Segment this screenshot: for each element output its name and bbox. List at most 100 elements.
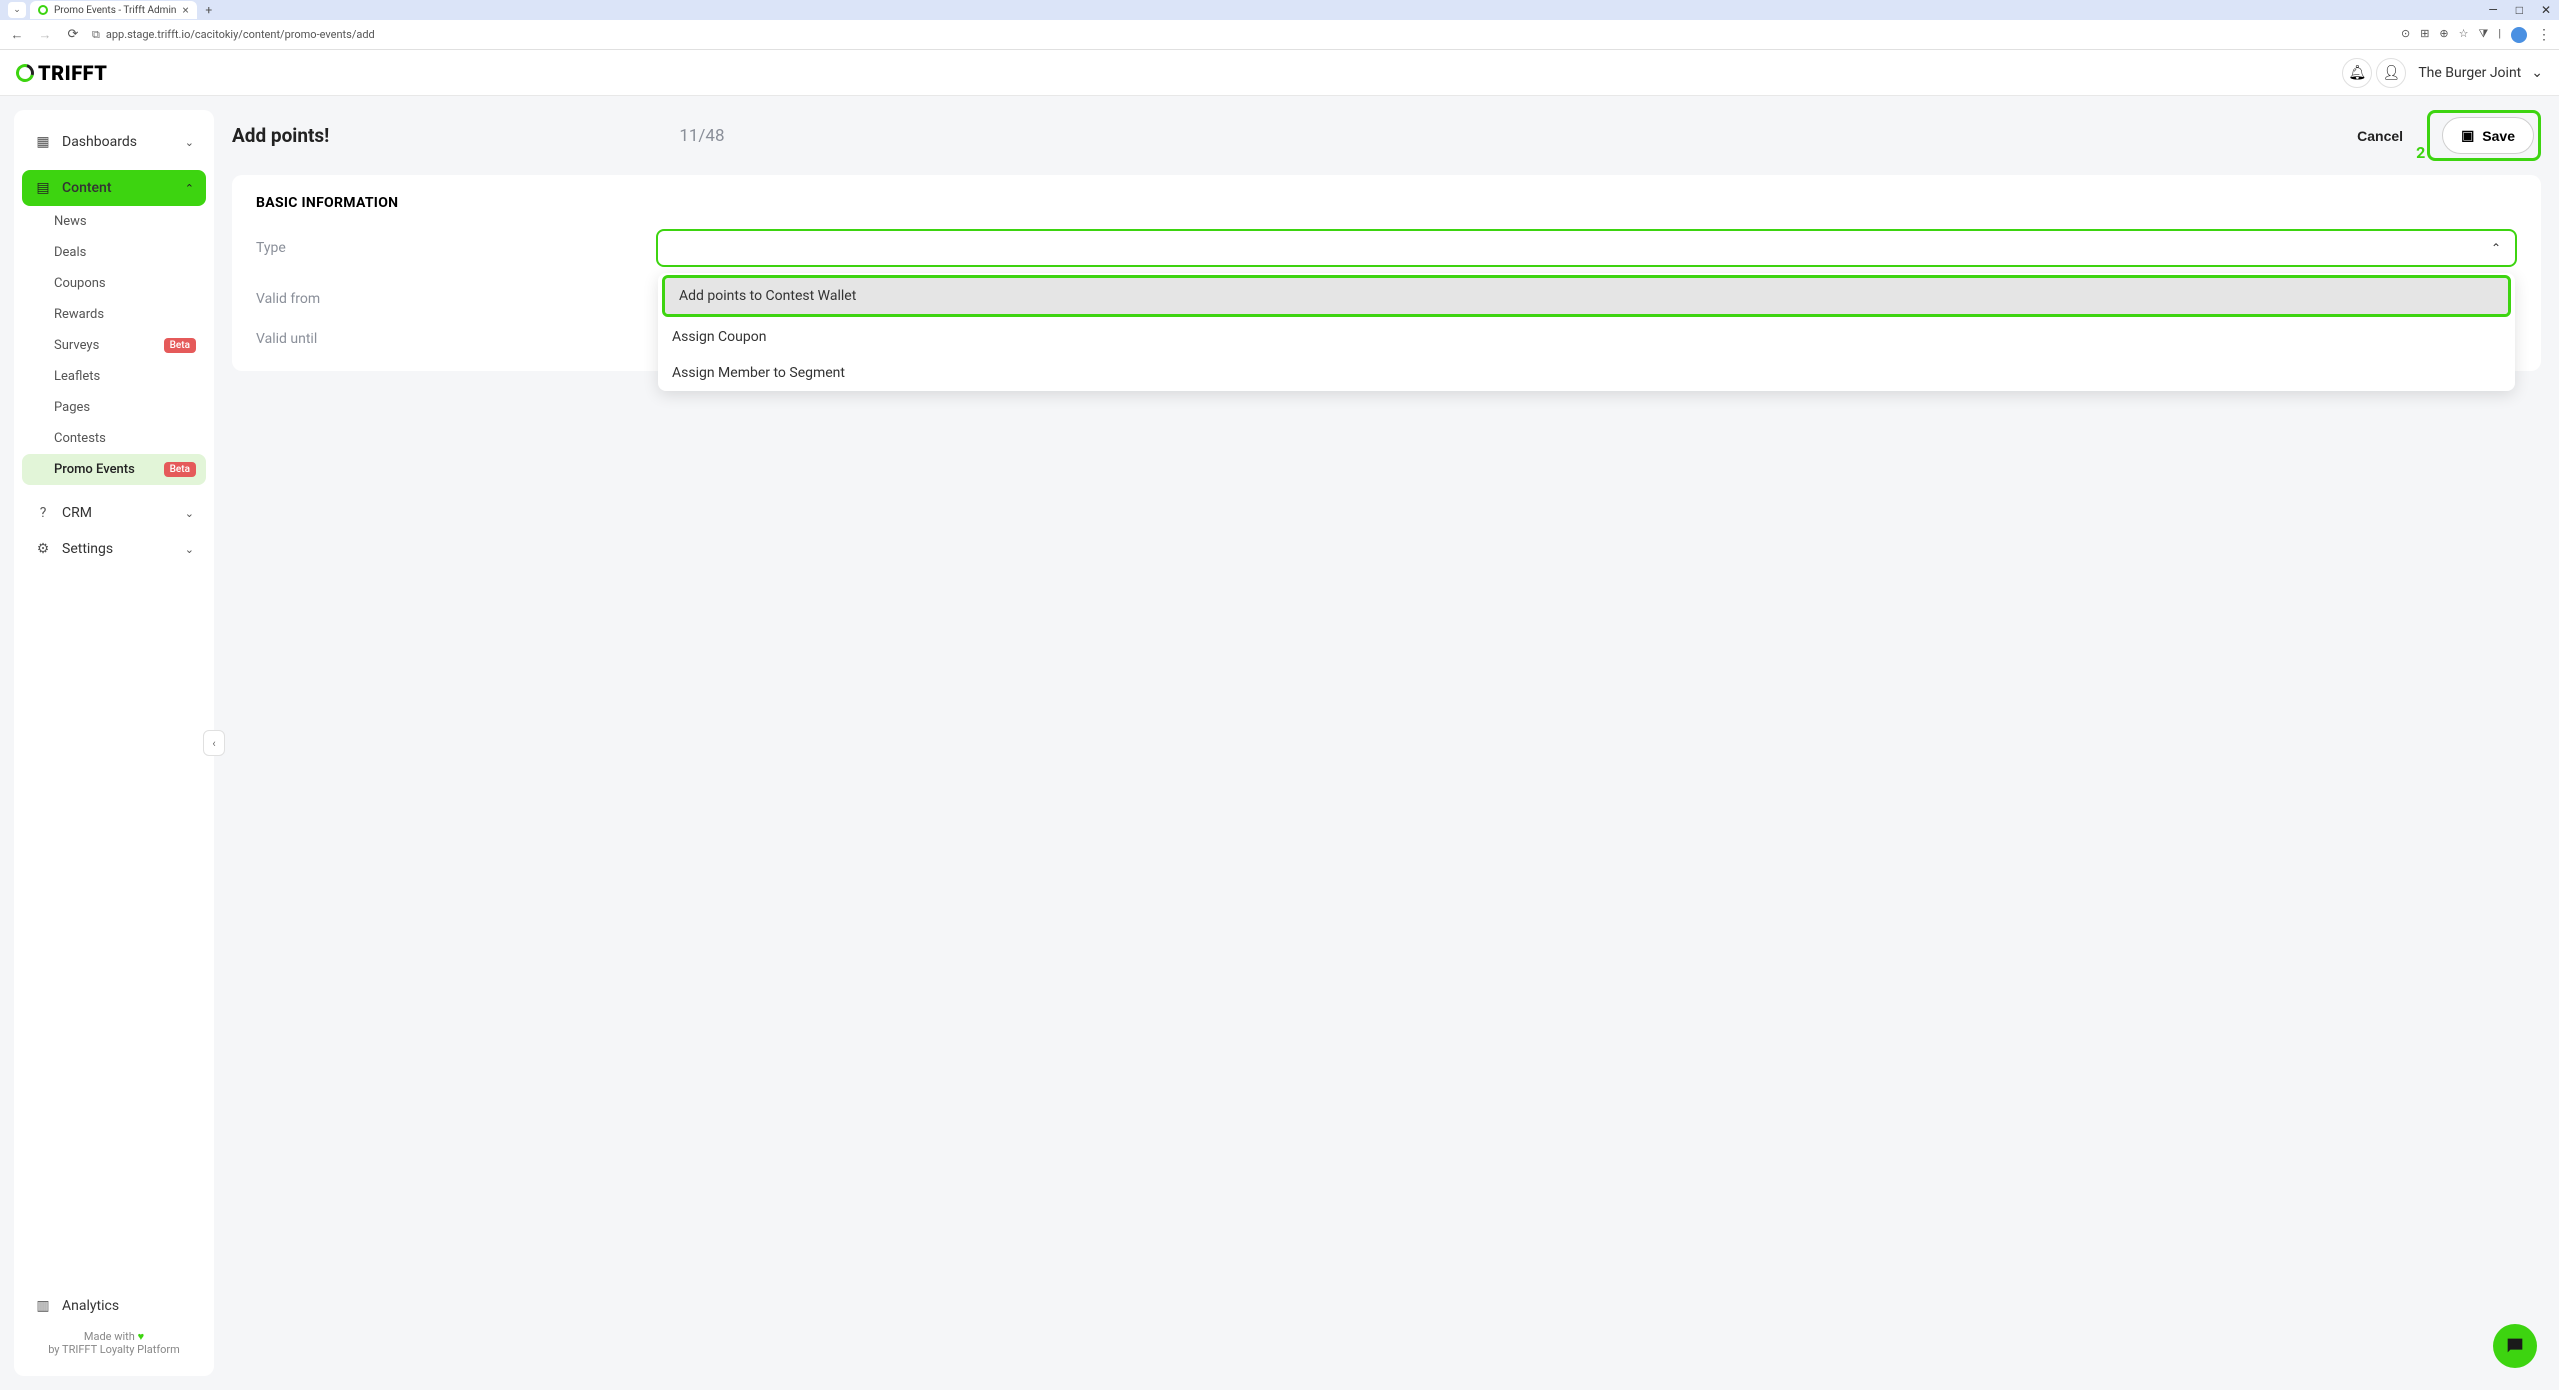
chevron-up-icon: ⌃	[2491, 241, 2501, 255]
sidebar-item-contests[interactable]: Contests	[22, 423, 206, 454]
profile-avatar[interactable]	[2511, 27, 2527, 43]
sidebar-sub-label: Leaflets	[54, 369, 100, 384]
page-title: Add points!	[232, 124, 329, 147]
dashboard-icon: ▦	[34, 134, 52, 150]
analytics-icon: ▥	[34, 1298, 52, 1314]
chat-icon	[2504, 1335, 2526, 1357]
url-text: app.stage.trifft.io/cacitokiy/content/pr…	[106, 28, 375, 41]
new-tab-button[interactable]: +	[201, 2, 217, 18]
workspace-name: The Burger Joint	[2418, 65, 2521, 81]
window-minimize-icon[interactable]: —	[2488, 3, 2497, 17]
logo-icon	[13, 60, 38, 85]
sidebar-label: Settings	[62, 541, 113, 557]
password-icon[interactable]: ⊙	[2401, 27, 2410, 43]
content-icon: ▤	[34, 180, 52, 196]
divider: |	[2498, 27, 2501, 43]
bookmark-icon[interactable]: ☆	[2459, 27, 2469, 43]
sidebar-item-leaflets[interactable]: Leaflets	[22, 361, 206, 392]
tab-title: Promo Events - Trifft Admin	[54, 5, 176, 16]
browser-menu-icon[interactable]: ⋮	[2537, 27, 2551, 43]
beta-badge: Beta	[164, 462, 196, 477]
sidebar-sub-label: Rewards	[54, 307, 104, 322]
account-button[interactable]: 👤︎	[2376, 58, 2406, 88]
nav-reload-icon[interactable]: ⟳	[64, 27, 82, 42]
sidebar-label: CRM	[62, 505, 92, 521]
extensions-icon[interactable]: ⧩	[2479, 27, 2489, 43]
sidebar-item-deals[interactable]: Deals	[22, 237, 206, 268]
sidebar: ▦ Dashboards ⌄ ▤ Content ⌃ News Deals Co…	[14, 110, 214, 1376]
cancel-button[interactable]: Cancel	[2341, 118, 2419, 154]
browser-address-bar: ← → ⟳ ⧉ app.stage.trifft.io/cacitokiy/co…	[0, 20, 2559, 50]
dropdown-option-assign-coupon[interactable]: Assign Coupon	[658, 319, 2515, 355]
annotation-highlight-2: 2 ▣ Save	[2427, 110, 2541, 161]
user-icon: 👤︎	[2382, 65, 2400, 81]
annotation-number-2: 2	[2416, 143, 2425, 162]
tab-close-icon[interactable]: ×	[182, 3, 188, 17]
heart-icon: ♥	[138, 1330, 145, 1343]
valid-from-label: Valid from	[256, 291, 656, 307]
dropdown-option-add-points[interactable]: Add points to Contest Wallet	[665, 278, 2508, 314]
type-dropdown: 1 Add points to Contest Wallet Assign Co…	[658, 273, 2515, 391]
translate-icon[interactable]: ⊞	[2420, 27, 2429, 43]
sidebar-sub-label: Contests	[54, 431, 106, 446]
sidebar-item-settings[interactable]: ⚙ Settings ⌄	[22, 531, 206, 567]
sidebar-sub-label: Surveys	[54, 338, 99, 353]
notifications-button[interactable]: 🔔︎	[2342, 58, 2372, 88]
workspace-selector[interactable]: The Burger Joint ⌄	[2418, 65, 2543, 81]
type-label: Type	[256, 240, 656, 256]
gear-icon: ⚙	[34, 541, 52, 557]
main-content: Add points! 11/48 Cancel 2 ▣ Save BASIC …	[214, 96, 2559, 1390]
sidebar-item-surveys[interactable]: Surveys Beta	[22, 330, 206, 361]
intercom-chat-button[interactable]	[2493, 1324, 2537, 1368]
footer-text: Made with	[84, 1330, 138, 1343]
sidebar-label: Analytics	[62, 1298, 119, 1314]
logo-text: TRIFFT	[38, 61, 107, 85]
save-button[interactable]: ▣ Save	[2442, 117, 2534, 154]
nav-back-icon[interactable]: ←	[8, 27, 26, 43]
window-close-icon[interactable]: ✕	[2541, 3, 2551, 17]
sidebar-sub-label: Promo Events	[54, 462, 135, 477]
sidebar-item-crm[interactable]: ? CRM ⌄	[22, 495, 206, 531]
chevron-down-icon: ⌄	[185, 507, 194, 520]
footer-text: by TRIFFT Loyalty Platform	[28, 1343, 200, 1356]
app-header: TRIFFT 🔔︎ 👤︎ The Burger Joint ⌄	[0, 50, 2559, 96]
browser-tab[interactable]: Promo Events - Trifft Admin ×	[30, 1, 197, 19]
sidebar-item-dashboards[interactable]: ▦ Dashboards ⌄	[22, 124, 206, 160]
sidebar-footer: Made with ♥ by TRIFFT Loyalty Platform	[22, 1324, 206, 1362]
sidebar-item-rewards[interactable]: Rewards	[22, 299, 206, 330]
card-title: BASIC INFORMATION	[256, 195, 2517, 211]
basic-information-card: BASIC INFORMATION Type ⌃ 1 Add points to…	[232, 175, 2541, 371]
form-row-type: Type ⌃ 1 Add points to Contest Wallet As…	[256, 229, 2517, 267]
sidebar-item-promo-events[interactable]: Promo Events Beta	[22, 454, 206, 485]
tab-favicon	[38, 5, 48, 15]
chevron-down-icon: ⌄	[185, 543, 194, 556]
character-counter: 11/48	[679, 126, 724, 146]
type-select[interactable]: ⌃ 1 Add points to Contest Wallet Assign …	[656, 229, 2517, 267]
sidebar-label: Content	[62, 180, 112, 196]
dropdown-option-assign-segment[interactable]: Assign Member to Segment	[658, 355, 2515, 391]
sidebar-item-analytics[interactable]: ▥ Analytics	[22, 1288, 206, 1324]
chevron-down-icon: ⌄	[185, 136, 194, 149]
save-label: Save	[2482, 128, 2515, 144]
url-input[interactable]: ⧉ app.stage.trifft.io/cacitokiy/content/…	[92, 28, 2391, 42]
tab-search-dropdown[interactable]: ⌄	[8, 2, 26, 18]
app-logo[interactable]: TRIFFT	[16, 61, 107, 85]
sidebar-item-coupons[interactable]: Coupons	[22, 268, 206, 299]
question-icon: ?	[34, 505, 52, 521]
page-header: Add points! 11/48 Cancel 2 ▣ Save	[232, 110, 2541, 161]
zoom-icon[interactable]: ⊕	[2439, 27, 2448, 43]
sidebar-sub-label: Deals	[54, 245, 86, 260]
beta-badge: Beta	[164, 338, 196, 353]
sidebar-sub-label: News	[54, 214, 87, 229]
site-info-icon[interactable]: ⧉	[92, 28, 100, 42]
sidebar-sub-label: Pages	[54, 400, 90, 415]
sidebar-item-news[interactable]: News	[22, 206, 206, 237]
sidebar-item-content[interactable]: ▤ Content ⌃	[22, 170, 206, 206]
window-maximize-icon[interactable]: □	[2516, 3, 2523, 17]
annotation-highlight-1: 1 Add points to Contest Wallet	[662, 275, 2511, 317]
nav-forward-icon: →	[36, 27, 54, 43]
browser-tab-bar: ⌄ Promo Events - Trifft Admin × + — □ ✕	[0, 0, 2559, 20]
chevron-up-icon: ⌃	[185, 182, 194, 195]
save-icon: ▣	[2461, 127, 2474, 144]
sidebar-item-pages[interactable]: Pages	[22, 392, 206, 423]
